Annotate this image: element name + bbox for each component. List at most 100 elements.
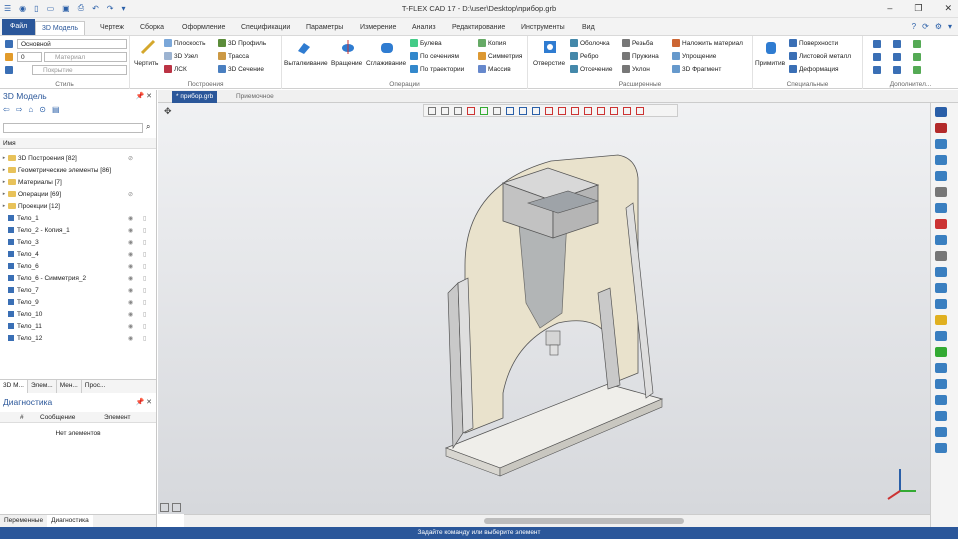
- help-icon[interactable]: ?: [912, 22, 916, 31]
- filter-icon[interactable]: ▤: [52, 105, 60, 114]
- profile-button[interactable]: 3D Профиль: [218, 39, 266, 47]
- expand-icon[interactable]: ▸: [0, 167, 8, 173]
- body-state-icon[interactable]: ▯: [143, 215, 146, 222]
- tree-folder-item[interactable]: ▸ Геометрические элементы [86]: [0, 164, 111, 176]
- applymat-button[interactable]: Наложить материал: [672, 39, 743, 47]
- plane-button[interactable]: Плоскость: [164, 39, 206, 47]
- lsk-button[interactable]: ЛСК: [164, 65, 187, 73]
- num-field[interactable]: 0: [17, 52, 42, 62]
- view-tool-icon[interactable]: [558, 107, 566, 115]
- tree-body-item[interactable]: Тело_6 ◉ ▯: [0, 260, 146, 272]
- section-button[interactable]: 3D Сечение: [218, 65, 264, 73]
- bool-button[interactable]: Булева: [410, 39, 442, 47]
- view-tool-icon[interactable]: [441, 107, 449, 115]
- expand-icon[interactable]: ▸: [0, 155, 8, 161]
- tab-drawing[interactable]: Чертеж: [94, 21, 130, 35]
- frag-button[interactable]: 3D Фрагмент: [672, 65, 721, 73]
- home-icon[interactable]: ⌂: [28, 105, 33, 114]
- visibility-icon[interactable]: ◉: [128, 263, 133, 270]
- tab-specs[interactable]: Спецификации: [235, 21, 296, 35]
- visibility-icon[interactable]: ◉: [128, 239, 133, 246]
- tab-file[interactable]: Файл: [2, 19, 36, 35]
- tab-3d-model-panel[interactable]: 3D М...: [0, 380, 28, 393]
- tree-body-item[interactable]: Тело_4 ◉ ▯: [0, 248, 146, 260]
- visibility-icon[interactable]: ⊘: [128, 191, 133, 198]
- tree-search-input[interactable]: [3, 123, 143, 133]
- view-tool-icon[interactable]: [532, 107, 540, 115]
- spring-button[interactable]: Пружина: [622, 52, 659, 60]
- chevron-down-icon[interactable]: ▾: [948, 22, 952, 31]
- body-state-icon[interactable]: ▯: [143, 323, 146, 330]
- view-tool-icon[interactable]: [493, 107, 501, 115]
- view-tool-icon[interactable]: [454, 107, 462, 115]
- tool-icon[interactable]: [873, 40, 881, 48]
- side-tool-icon[interactable]: [935, 123, 947, 133]
- surf-button[interactable]: Поверхности: [789, 39, 838, 47]
- side-tool-icon[interactable]: [935, 155, 947, 165]
- tool-icon[interactable]: [893, 66, 901, 74]
- view-tool-icon[interactable]: [636, 107, 644, 115]
- deform-button[interactable]: Деформация: [789, 65, 839, 73]
- body-state-icon[interactable]: ▯: [143, 239, 146, 246]
- body-state-icon[interactable]: ▯: [143, 311, 146, 318]
- side-tool-icon[interactable]: [935, 235, 947, 245]
- view-tool-icon[interactable]: [610, 107, 618, 115]
- material-field[interactable]: Материал: [44, 52, 127, 62]
- view-tool-icon[interactable]: [545, 107, 553, 115]
- view-tool-icon[interactable]: [428, 107, 436, 115]
- copy-button[interactable]: Копия: [478, 39, 506, 47]
- view-tool-icon[interactable]: [597, 107, 605, 115]
- tree-folder-item[interactable]: ▸ 3D Построения [82] ⊘: [0, 152, 133, 164]
- tree-body-item[interactable]: Тело_1 ◉ ▯: [0, 212, 146, 224]
- view-tool-icon[interactable]: [519, 107, 527, 115]
- restore-icon[interactable]: ❐: [914, 3, 922, 14]
- visibility-icon[interactable]: ◉: [128, 287, 133, 294]
- split-view-icon[interactable]: [172, 503, 181, 512]
- side-tool-icon[interactable]: [935, 251, 947, 261]
- doc-tab-second[interactable]: Приемочное: [232, 91, 278, 103]
- body-state-icon[interactable]: ▯: [143, 227, 146, 234]
- tab-variables[interactable]: Переменные: [0, 515, 47, 527]
- tab-elements[interactable]: Элем...: [28, 380, 57, 393]
- hole-button[interactable]: Отверстие: [533, 60, 565, 67]
- view-tool-icon[interactable]: [480, 107, 488, 115]
- extrude-button[interactable]: Выталкивание: [284, 60, 328, 67]
- sym-button[interactable]: Симметрия: [478, 52, 522, 60]
- cut-button[interactable]: Отсечение: [570, 65, 612, 73]
- body-state-icon[interactable]: ▯: [143, 299, 146, 306]
- side-tool-icon[interactable]: [935, 395, 947, 405]
- tree-body-item[interactable]: Тело_2 - Копия_1 ◉ ▯: [0, 224, 146, 236]
- tool-icon[interactable]: [893, 40, 901, 48]
- bysection-button[interactable]: По сечениям: [410, 52, 459, 60]
- side-tool-icon[interactable]: [935, 107, 947, 117]
- close-icon[interactable]: ✕: [944, 3, 952, 14]
- tree-folder-item[interactable]: ▸ Проекции [12]: [0, 200, 60, 212]
- slope-button[interactable]: Уклон: [622, 65, 650, 73]
- side-tool-icon[interactable]: [935, 283, 947, 293]
- tree-body-item[interactable]: Тело_6 - Симметрия_2 ◉ ▯: [0, 272, 146, 284]
- expand-icon[interactable]: ▸: [0, 203, 8, 209]
- side-tool-icon[interactable]: [935, 187, 947, 197]
- node-button[interactable]: 3D Узел: [164, 52, 198, 60]
- smooth-button[interactable]: Сглаживание: [366, 60, 406, 67]
- body-state-icon[interactable]: ▯: [143, 275, 146, 282]
- side-tool-icon[interactable]: [935, 443, 947, 453]
- visibility-icon[interactable]: ◉: [128, 251, 133, 258]
- side-tool-icon[interactable]: [935, 267, 947, 277]
- path-button[interactable]: Трасса: [218, 52, 249, 60]
- visibility-icon[interactable]: ◉: [128, 227, 133, 234]
- visibility-icon[interactable]: ◉: [128, 275, 133, 282]
- search-icon[interactable]: ⌕: [146, 122, 150, 132]
- doc-tab-pribor[interactable]: * прибор.grb: [172, 91, 218, 103]
- side-tool-icon[interactable]: [935, 411, 947, 421]
- visibility-icon[interactable]: ◉: [128, 323, 133, 330]
- rib-button[interactable]: Ребро: [570, 52, 599, 60]
- tab-analysis[interactable]: Анализ: [406, 21, 442, 35]
- tree-body-item[interactable]: Тело_7 ◉ ▯: [0, 284, 146, 296]
- visibility-icon[interactable]: ◉: [128, 311, 133, 318]
- side-tool-icon[interactable]: [935, 379, 947, 389]
- tab-menu[interactable]: Мен...: [57, 380, 82, 393]
- tab-measure[interactable]: Измерение: [354, 21, 402, 35]
- tool-icon[interactable]: [893, 53, 901, 61]
- tab-view[interactable]: Вид: [576, 21, 601, 35]
